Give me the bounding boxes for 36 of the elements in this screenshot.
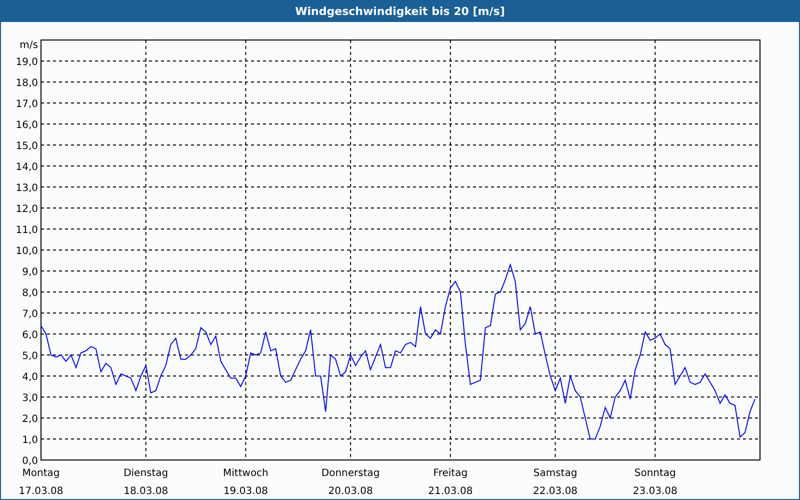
y-axis-label: 10,0 (16, 246, 38, 257)
window-title: Windgeschwindigkeit bis 20 [m/s] (1, 1, 799, 22)
y-axis-label: 11,0 (16, 225, 38, 236)
y-axis-label: 13,0 (16, 183, 38, 194)
x-axis-date-label: 20.03.08 (328, 486, 373, 497)
y-axis-label: 14,0 (16, 162, 38, 173)
y-axis-label: 15,0 (16, 141, 38, 152)
y-axis-label: 2,0 (22, 414, 38, 425)
y-axis-label: 12,0 (16, 204, 38, 215)
x-axis-date-label: 23.03.08 (632, 486, 678, 497)
y-axis-label: 3,0 (22, 393, 38, 404)
x-axis-day-label: Sonntag (634, 468, 676, 479)
x-axis-day-label: Montag (22, 468, 60, 479)
x-axis-day-label: Dienstag (124, 468, 168, 479)
y-axis-label: 8,0 (22, 288, 38, 299)
y-axis-label: 5,0 (22, 351, 38, 362)
y-axis-label: 18,0 (16, 78, 38, 89)
x-axis-date-label: 17.03.08 (18, 486, 64, 497)
y-axis-label: 6,0 (22, 330, 38, 341)
y-axis-label: 0,0 (22, 456, 38, 467)
x-axis-date-label: 22.03.08 (533, 486, 578, 497)
y-axis-label: 4,0 (22, 372, 38, 383)
x-axis-day-label: Mittwoch (223, 468, 268, 479)
x-axis-date-label: 21.03.08 (428, 486, 473, 497)
x-axis-date-label: 18.03.08 (124, 486, 168, 497)
y-axis-unit: m/s (20, 40, 38, 51)
y-axis-label: 7,0 (22, 309, 38, 320)
y-axis-label: 16,0 (16, 120, 38, 131)
x-axis-day-label: Donnerstag (321, 468, 380, 479)
x-axis-date-label: 19.03.08 (223, 486, 268, 497)
y-axis-label: 1,0 (22, 435, 38, 446)
x-axis-day-label: Freitag (433, 468, 468, 479)
y-axis-label: 19,0 (16, 57, 38, 68)
y-axis-label: 9,0 (22, 267, 38, 278)
y-axis-label: 17,0 (16, 99, 38, 110)
x-axis-day-label: Samstag (533, 468, 578, 479)
